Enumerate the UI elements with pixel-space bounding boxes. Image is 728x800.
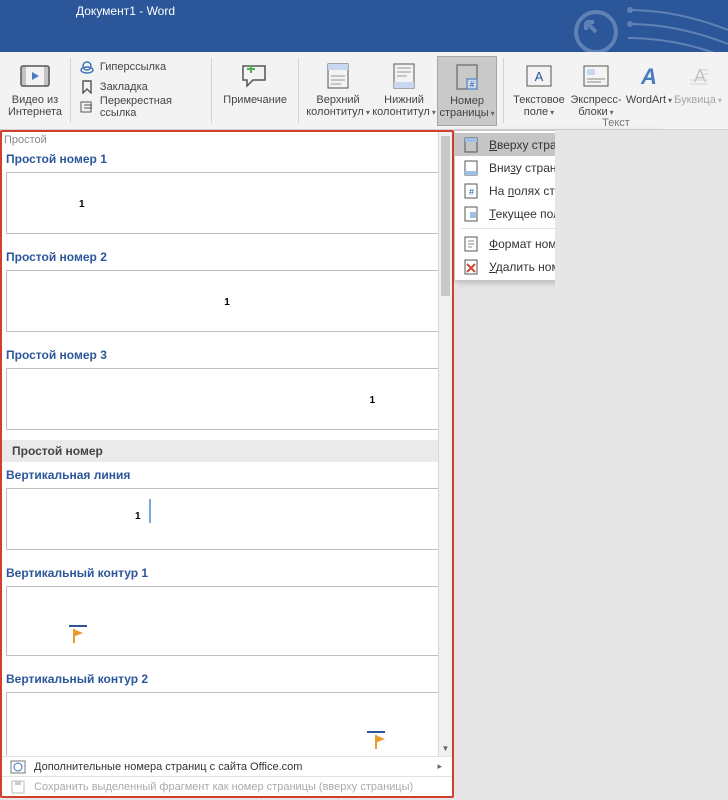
label: WordArt <box>626 94 672 107</box>
gallery-preview[interactable]: 1 <box>6 172 448 234</box>
document-area <box>555 130 728 800</box>
label: Номер <box>450 95 484 107</box>
vertical-line-decoration <box>149 499 151 523</box>
page-number-icon: # <box>451 61 483 93</box>
page-top-icon <box>463 137 479 153</box>
label: Сохранить выделенный фрагмент как номер … <box>34 781 413 793</box>
sample-number: 1 <box>369 395 375 406</box>
gallery-item-label: Вертикальный контур 1 <box>2 560 452 584</box>
label: Примечание <box>223 94 287 106</box>
bookmark-icon <box>79 80 95 94</box>
dropcap-button[interactable]: A Буквица <box>674 56 722 126</box>
gallery-item-label: Простой номер 1 <box>2 146 452 170</box>
group-text: A Текстовоеполе Экспресс-блоки A WordArt… <box>504 52 728 129</box>
gallery-item-label: Вертикальная линия <box>2 462 452 486</box>
quickparts-icon <box>580 60 612 92</box>
label: Текстовое <box>513 94 565 106</box>
link-icon <box>79 60 95 74</box>
group-headerfooter: Верхнийколонтитул Нижнийколонтитул # Ном… <box>299 52 503 129</box>
gallery-preview[interactable]: 1 <box>6 368 448 430</box>
sample-number: 1 <box>135 511 141 522</box>
save-selection-button: Сохранить выделенный фрагмент как номер … <box>2 776 452 796</box>
office-icon <box>10 759 26 775</box>
flag-icon <box>375 735 389 749</box>
group-media: Видео изИнтернета <box>0 52 70 129</box>
mark-blue <box>367 731 385 733</box>
gallery-preview[interactable] <box>6 692 448 756</box>
gallery-preview[interactable]: 1 <box>6 488 448 550</box>
save-icon <box>10 779 26 795</box>
label: Перекрестная ссылка <box>100 95 203 119</box>
label: Экспресс- <box>570 94 621 106</box>
label: Нижний <box>384 94 424 106</box>
gallery-preview[interactable] <box>6 586 448 656</box>
gallery-item-label: Вертикальный контур 2 <box>2 666 452 690</box>
gallery-section-header: Простой номер <box>2 440 452 462</box>
textbox-button[interactable]: A Текстовоеполе <box>510 56 568 126</box>
footer-icon <box>388 60 420 92</box>
chevron-right-icon: ▸ <box>437 761 442 772</box>
svg-text:#: # <box>469 187 474 197</box>
label: Гиперссылка <box>100 61 166 73</box>
dropcap-icon: A <box>682 60 714 92</box>
label: Дополнительные номера страниц с сайта Of… <box>34 761 302 773</box>
film-icon <box>19 60 51 92</box>
gallery-item-label: Простой номер 2 <box>2 244 452 268</box>
gallery-category-label: Простой <box>4 134 47 146</box>
page-margin-icon: # <box>463 183 479 199</box>
ribbon: Видео изИнтернета Гиперссылка Закладка П… <box>0 52 728 130</box>
label: Верхний <box>316 94 359 106</box>
label: Видео из <box>12 94 58 106</box>
wordart-icon: A <box>633 60 665 92</box>
page-number-button[interactable]: # Номерстраницы <box>437 56 497 126</box>
label: колонтитул <box>372 106 430 118</box>
wordart-button[interactable]: A WordArt <box>624 56 674 126</box>
crossref-icon <box>79 100 95 114</box>
label: Интернета <box>8 106 62 118</box>
mark-blue <box>69 625 87 627</box>
sample-number: 1 <box>79 199 85 210</box>
format-icon <box>463 236 479 252</box>
footer-button[interactable]: Нижнийколонтитул <box>371 56 437 126</box>
page-bottom-icon <box>463 160 479 176</box>
comment-button[interactable]: Примечание <box>218 56 292 126</box>
label: колонтитул <box>306 106 364 118</box>
scroll-thumb[interactable] <box>441 136 450 296</box>
sample-number: 1 <box>224 297 230 308</box>
flag-icon <box>73 629 87 643</box>
label: Закладка <box>100 81 148 93</box>
svg-text:#: # <box>470 80 475 89</box>
scroll-down-arrow[interactable]: ▼ <box>439 742 452 756</box>
header-button[interactable]: Верхнийколонтитул <box>305 56 371 126</box>
document-title: Документ1 - Word <box>76 4 175 18</box>
group-label: Текст <box>504 117 728 129</box>
hyperlink-button[interactable]: Гиперссылка <box>77 58 205 76</box>
comment-icon <box>239 60 271 92</box>
header-icon <box>322 60 354 92</box>
svg-text:A: A <box>694 66 706 86</box>
bookmark-button[interactable]: Закладка <box>77 78 205 96</box>
page-number-gallery: Простой номер 1 1 Простой номер 2 1 Прос… <box>0 130 454 798</box>
gallery-item-label: Простой номер 3 <box>2 342 452 366</box>
current-position-icon <box>463 206 479 222</box>
online-video-button[interactable]: Видео изИнтернета <box>6 56 64 126</box>
group-comment: Примечание <box>212 52 298 129</box>
title-bar: Документ1 - Word <box>0 0 728 52</box>
textbox-icon: A <box>523 60 555 92</box>
gallery-list: Простой номер 1 1 Простой номер 2 1 Прос… <box>2 132 452 756</box>
gallery-scrollbar[interactable]: ▲ ▼ <box>438 132 452 756</box>
label: Буквица <box>674 94 722 107</box>
remove-icon <box>463 259 479 275</box>
crossreference-button[interactable]: Перекрестная ссылка <box>77 98 205 116</box>
more-from-office-button[interactable]: Дополнительные номера страниц с сайта Of… <box>2 756 452 776</box>
quickparts-button[interactable]: Экспресс-блоки <box>568 56 624 126</box>
gallery-preview[interactable]: 1 <box>6 270 448 332</box>
svg-text:A: A <box>640 64 657 89</box>
svg-text:A: A <box>535 69 544 84</box>
group-links: Гиперссылка Закладка Перекрестная ссылка <box>71 52 211 129</box>
label: страницы <box>439 107 488 119</box>
decoration-graphic <box>548 0 728 52</box>
